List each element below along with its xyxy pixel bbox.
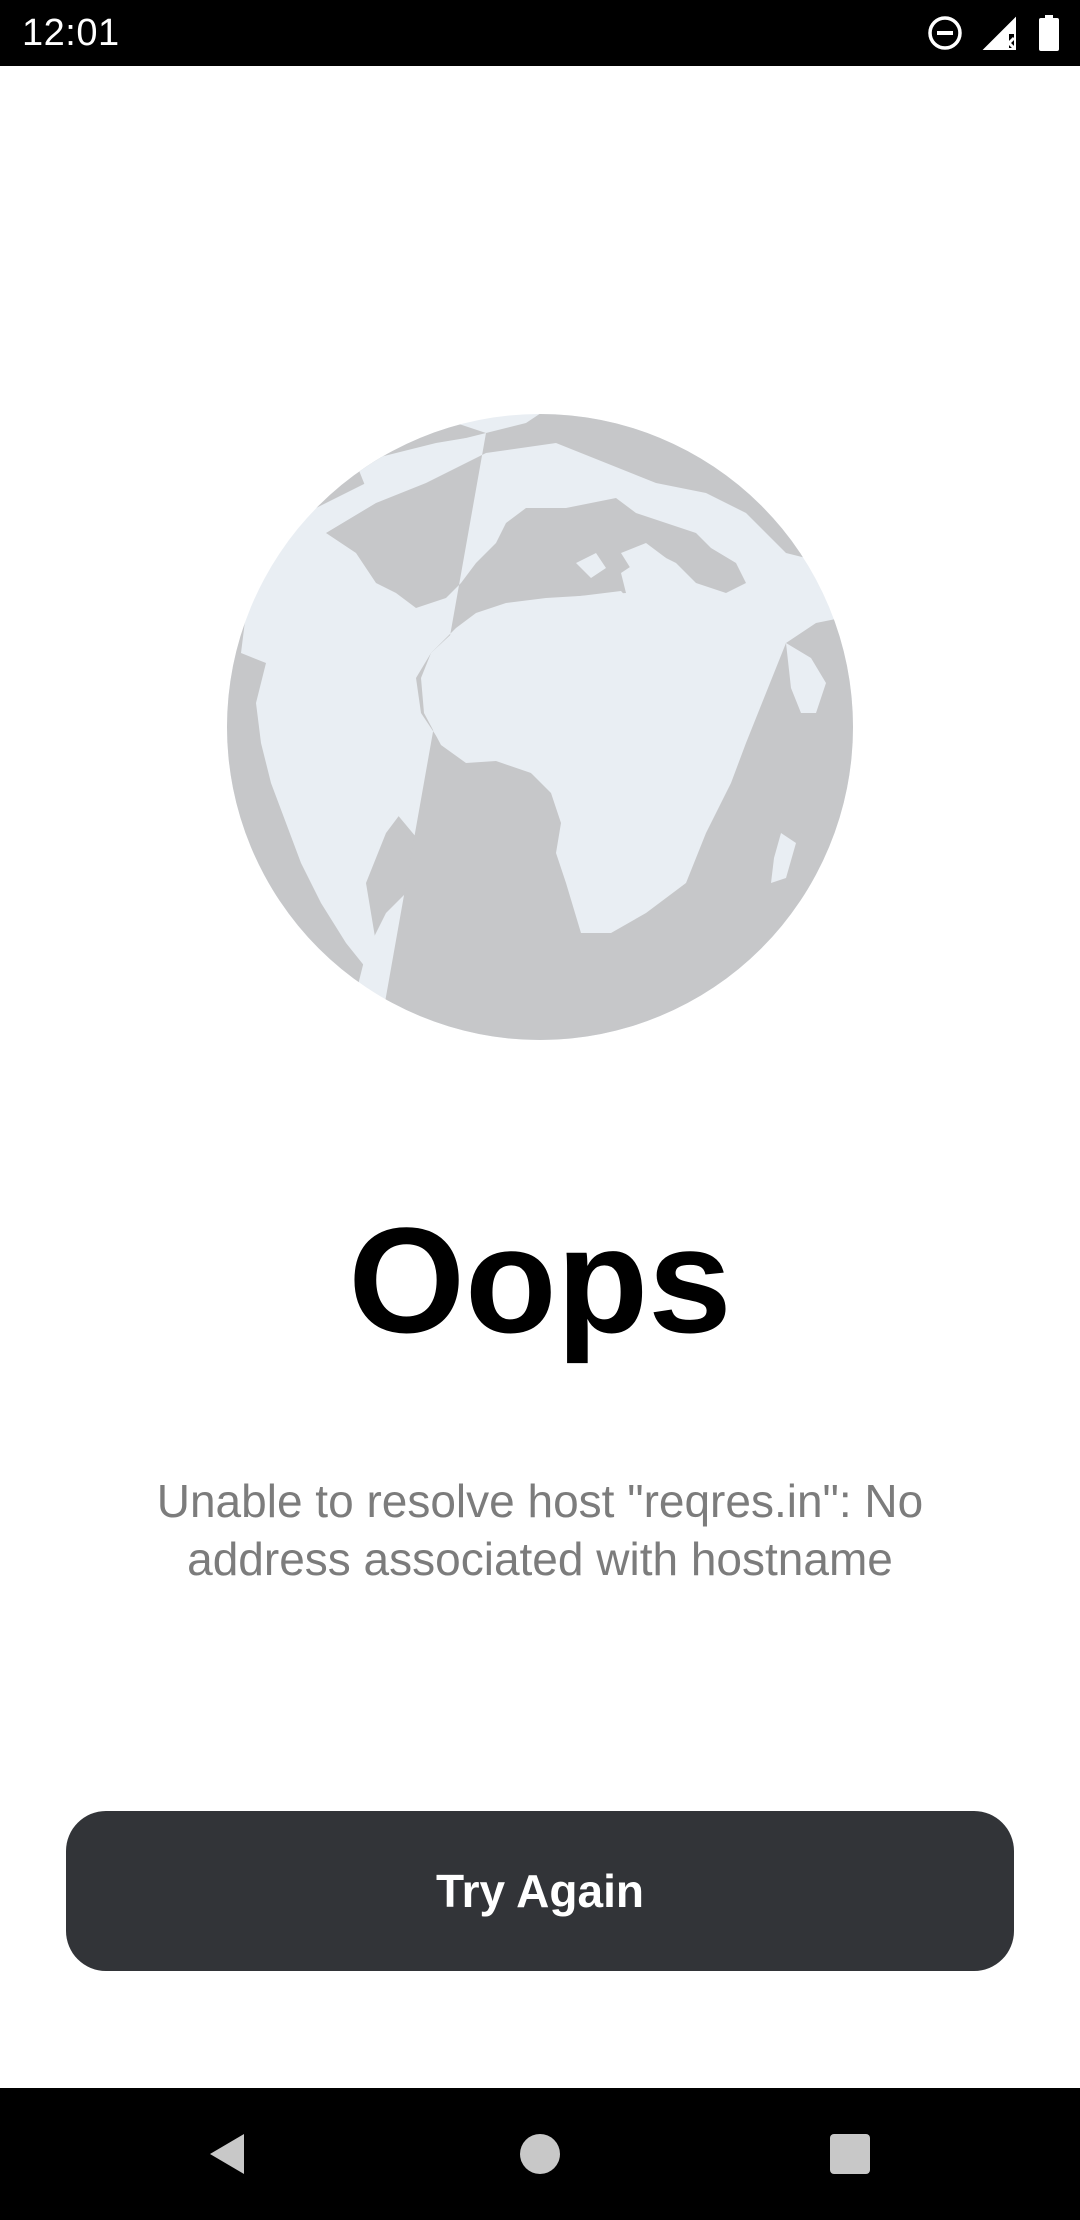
back-icon[interactable] <box>196 2122 260 2186</box>
error-title: Oops <box>348 1196 732 1364</box>
do-not-disturb-icon <box>926 14 964 52</box>
battery-icon <box>1038 14 1060 52</box>
error-message: Unable to resolve host "reqres.in": No a… <box>156 1475 924 1585</box>
status-icons <box>926 14 1060 52</box>
globe-icon <box>226 413 854 1041</box>
signal-no-data-icon <box>982 14 1020 52</box>
status-time: 12:01 <box>22 12 120 54</box>
home-icon[interactable] <box>508 2122 572 2186</box>
recents-icon[interactable] <box>818 2122 882 2186</box>
status-bar: 12:01 <box>0 0 1080 66</box>
try-again-label: Try Again <box>436 1865 644 1917</box>
navigation-bar <box>0 2088 1080 2220</box>
try-again-button[interactable]: Try Again <box>66 1811 1014 1971</box>
